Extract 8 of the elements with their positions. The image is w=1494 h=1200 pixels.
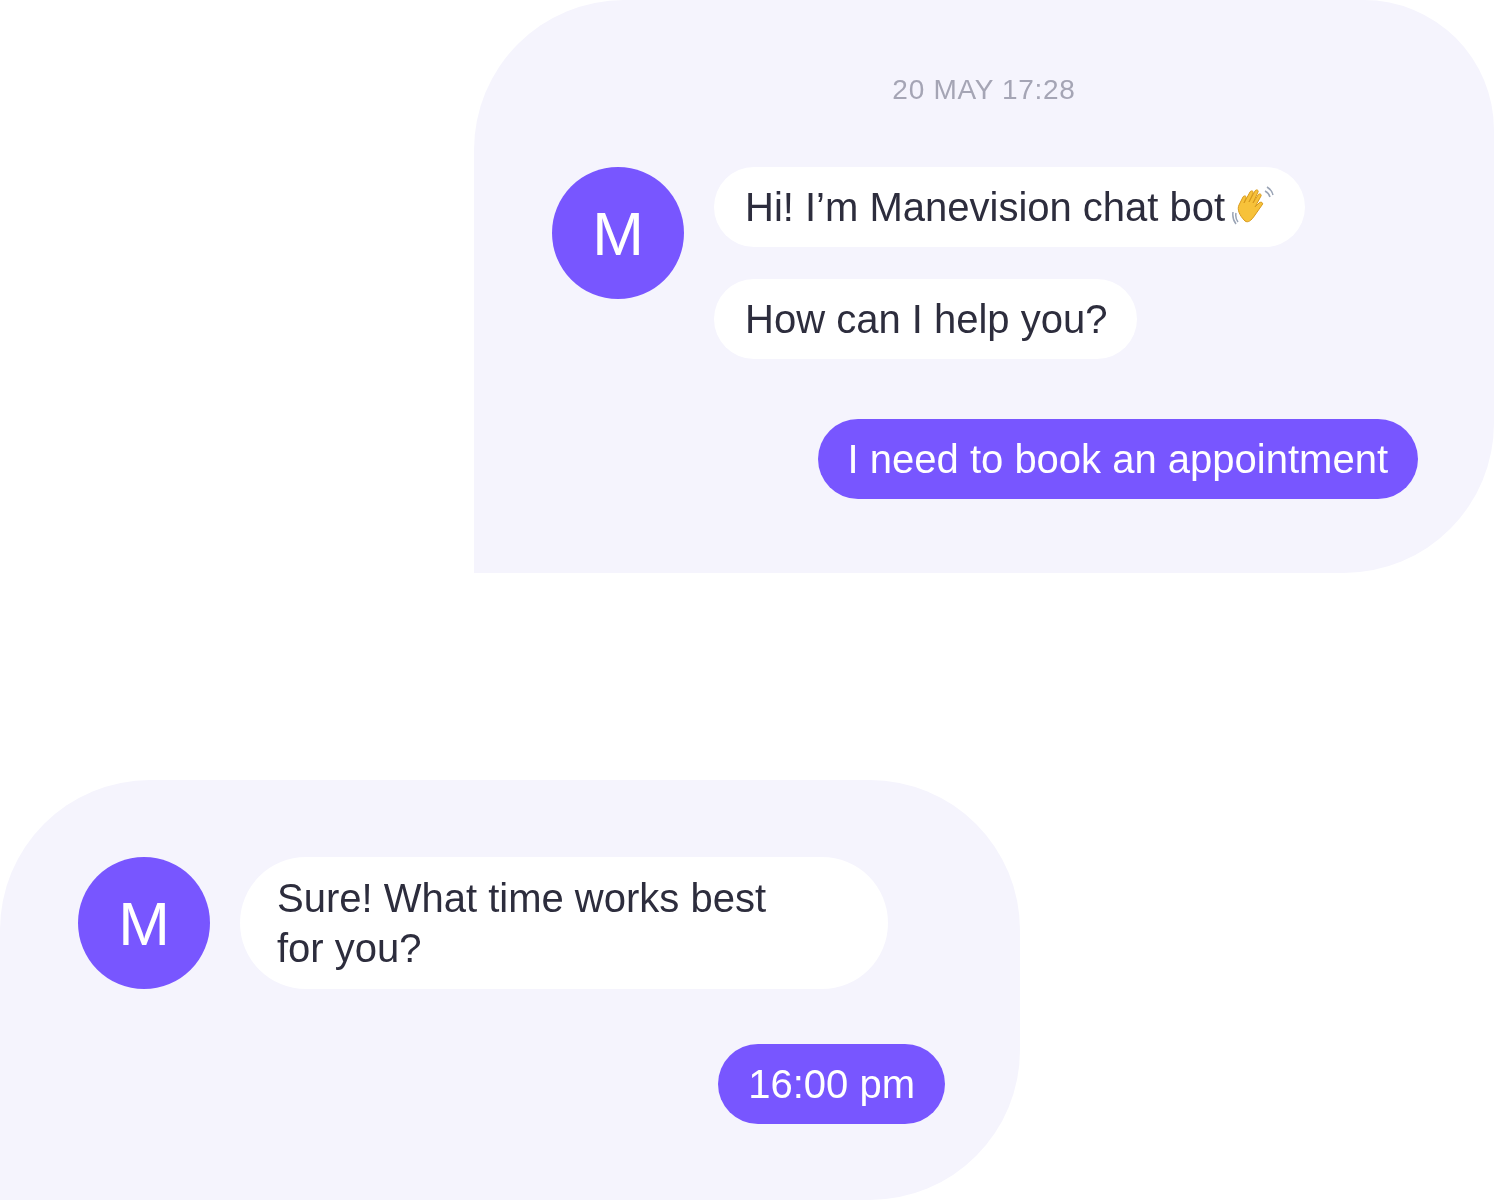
message-text: Sure! What time works best for you? xyxy=(277,876,767,970)
bot-avatar: M xyxy=(78,857,210,989)
message-text: How can I help you? xyxy=(745,296,1108,343)
bot-avatar: M xyxy=(552,167,684,299)
message-text: Hi! I’m Manevision chat bot xyxy=(745,184,1226,231)
timestamp: 20 MAY 17:28 xyxy=(892,73,1076,107)
user-message-bubble: I need to book an appointment xyxy=(817,419,1418,499)
user-message-bubble: 16:00 pm xyxy=(718,1044,945,1124)
